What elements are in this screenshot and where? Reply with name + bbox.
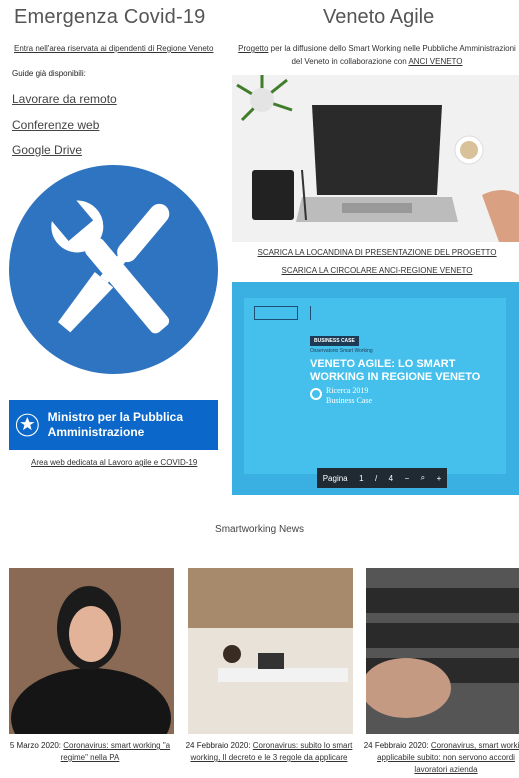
- page-number[interactable]: 1: [359, 474, 363, 483]
- tools-icon: [9, 165, 218, 374]
- news-image-3[interactable]: [366, 568, 519, 734]
- news-caption-3: 24 Febbraio 2020: Coronavirus, smart wor…: [361, 740, 519, 776]
- osservatori-logo: [310, 306, 370, 320]
- news-caption-1: 5 Marzo 2020: Coronavirus: smart working…: [5, 740, 175, 764]
- desk-laptop-image: [232, 75, 519, 242]
- right-title: Veneto Agile: [323, 6, 435, 28]
- page-label: Pagina: [322, 473, 348, 483]
- pdf-viewer[interactable]: BUSINESS CASE Osservatorio Smart Working…: [232, 282, 519, 495]
- news-image-2[interactable]: [188, 568, 353, 734]
- doc-subtitle: Osservatorio Smart Working: [310, 348, 373, 354]
- doc-study2: Business Case: [326, 396, 372, 405]
- guide-link-remote[interactable]: Lavorare da remoto: [12, 92, 117, 106]
- download-circolare-link[interactable]: SCARICA LA CIRCOLARE ANCI-REGIONE VENETO: [232, 266, 519, 275]
- news-heading: Smartworking News: [215, 524, 304, 535]
- page-total: 4: [388, 473, 394, 483]
- doc-title: VENETO AGILE: LO SMART WORKING IN REGION…: [310, 358, 481, 383]
- pdf-toolbar: Pagina 1 / 4 − ⌕ +: [317, 468, 447, 488]
- ministry-label: Ministro per la Pubblica Amministrazione: [47, 410, 184, 439]
- guide-link-webconf[interactable]: Conferenze web: [12, 118, 99, 132]
- download-locandina-link[interactable]: SCARICA LA LOCANDINA DI PRESENTAZIONE DE…: [232, 248, 519, 257]
- news-date-2: 24 Febbraio 2020:: [185, 741, 253, 750]
- document-cover: BUSINESS CASE Osservatorio Smart Working…: [244, 298, 506, 474]
- guide-link-drive[interactable]: Google Drive: [12, 143, 82, 157]
- news-link-1[interactable]: Coronavirus: smart working "a regime" ne…: [61, 741, 170, 762]
- refresh-icon: [310, 388, 322, 400]
- project-text: per la diffusione dello Smart Working ne…: [268, 44, 516, 66]
- page-sep: /: [374, 473, 378, 483]
- doc-study1: Ricerca 2019: [326, 386, 369, 395]
- news-date-1: 5 Marzo 2020:: [9, 741, 64, 750]
- ministry-logo[interactable]: Ministro per la Pubblica Amministrazione: [9, 400, 218, 450]
- polimi-logo: [254, 306, 298, 320]
- badge: BUSINESS CASE: [310, 336, 359, 346]
- zoom-icon[interactable]: ⌕: [421, 473, 425, 483]
- news-caption-2: 24 Febbraio 2020: Coronavirus: subito lo…: [184, 740, 354, 764]
- news-image-1[interactable]: [9, 568, 174, 734]
- reserved-area-link[interactable]: Entra nell'area riservata ai dipendenti …: [14, 44, 213, 53]
- anci-link[interactable]: ANCI VENETO: [408, 57, 462, 66]
- guides-label: Guide già disponibili:: [12, 69, 86, 78]
- left-title: Emergenza Covid-19: [14, 6, 206, 28]
- ministry-area-link[interactable]: Area web dedicata al Lavoro agile e COVI…: [31, 458, 197, 467]
- zoom-in-icon[interactable]: +: [437, 474, 442, 483]
- zoom-out-icon[interactable]: −: [405, 474, 410, 483]
- news-date-3: 24 Febbraio 2020:: [363, 741, 431, 750]
- project-description: Progetto per la diffusione dello Smart W…: [232, 42, 519, 68]
- project-link[interactable]: Progetto: [238, 44, 268, 53]
